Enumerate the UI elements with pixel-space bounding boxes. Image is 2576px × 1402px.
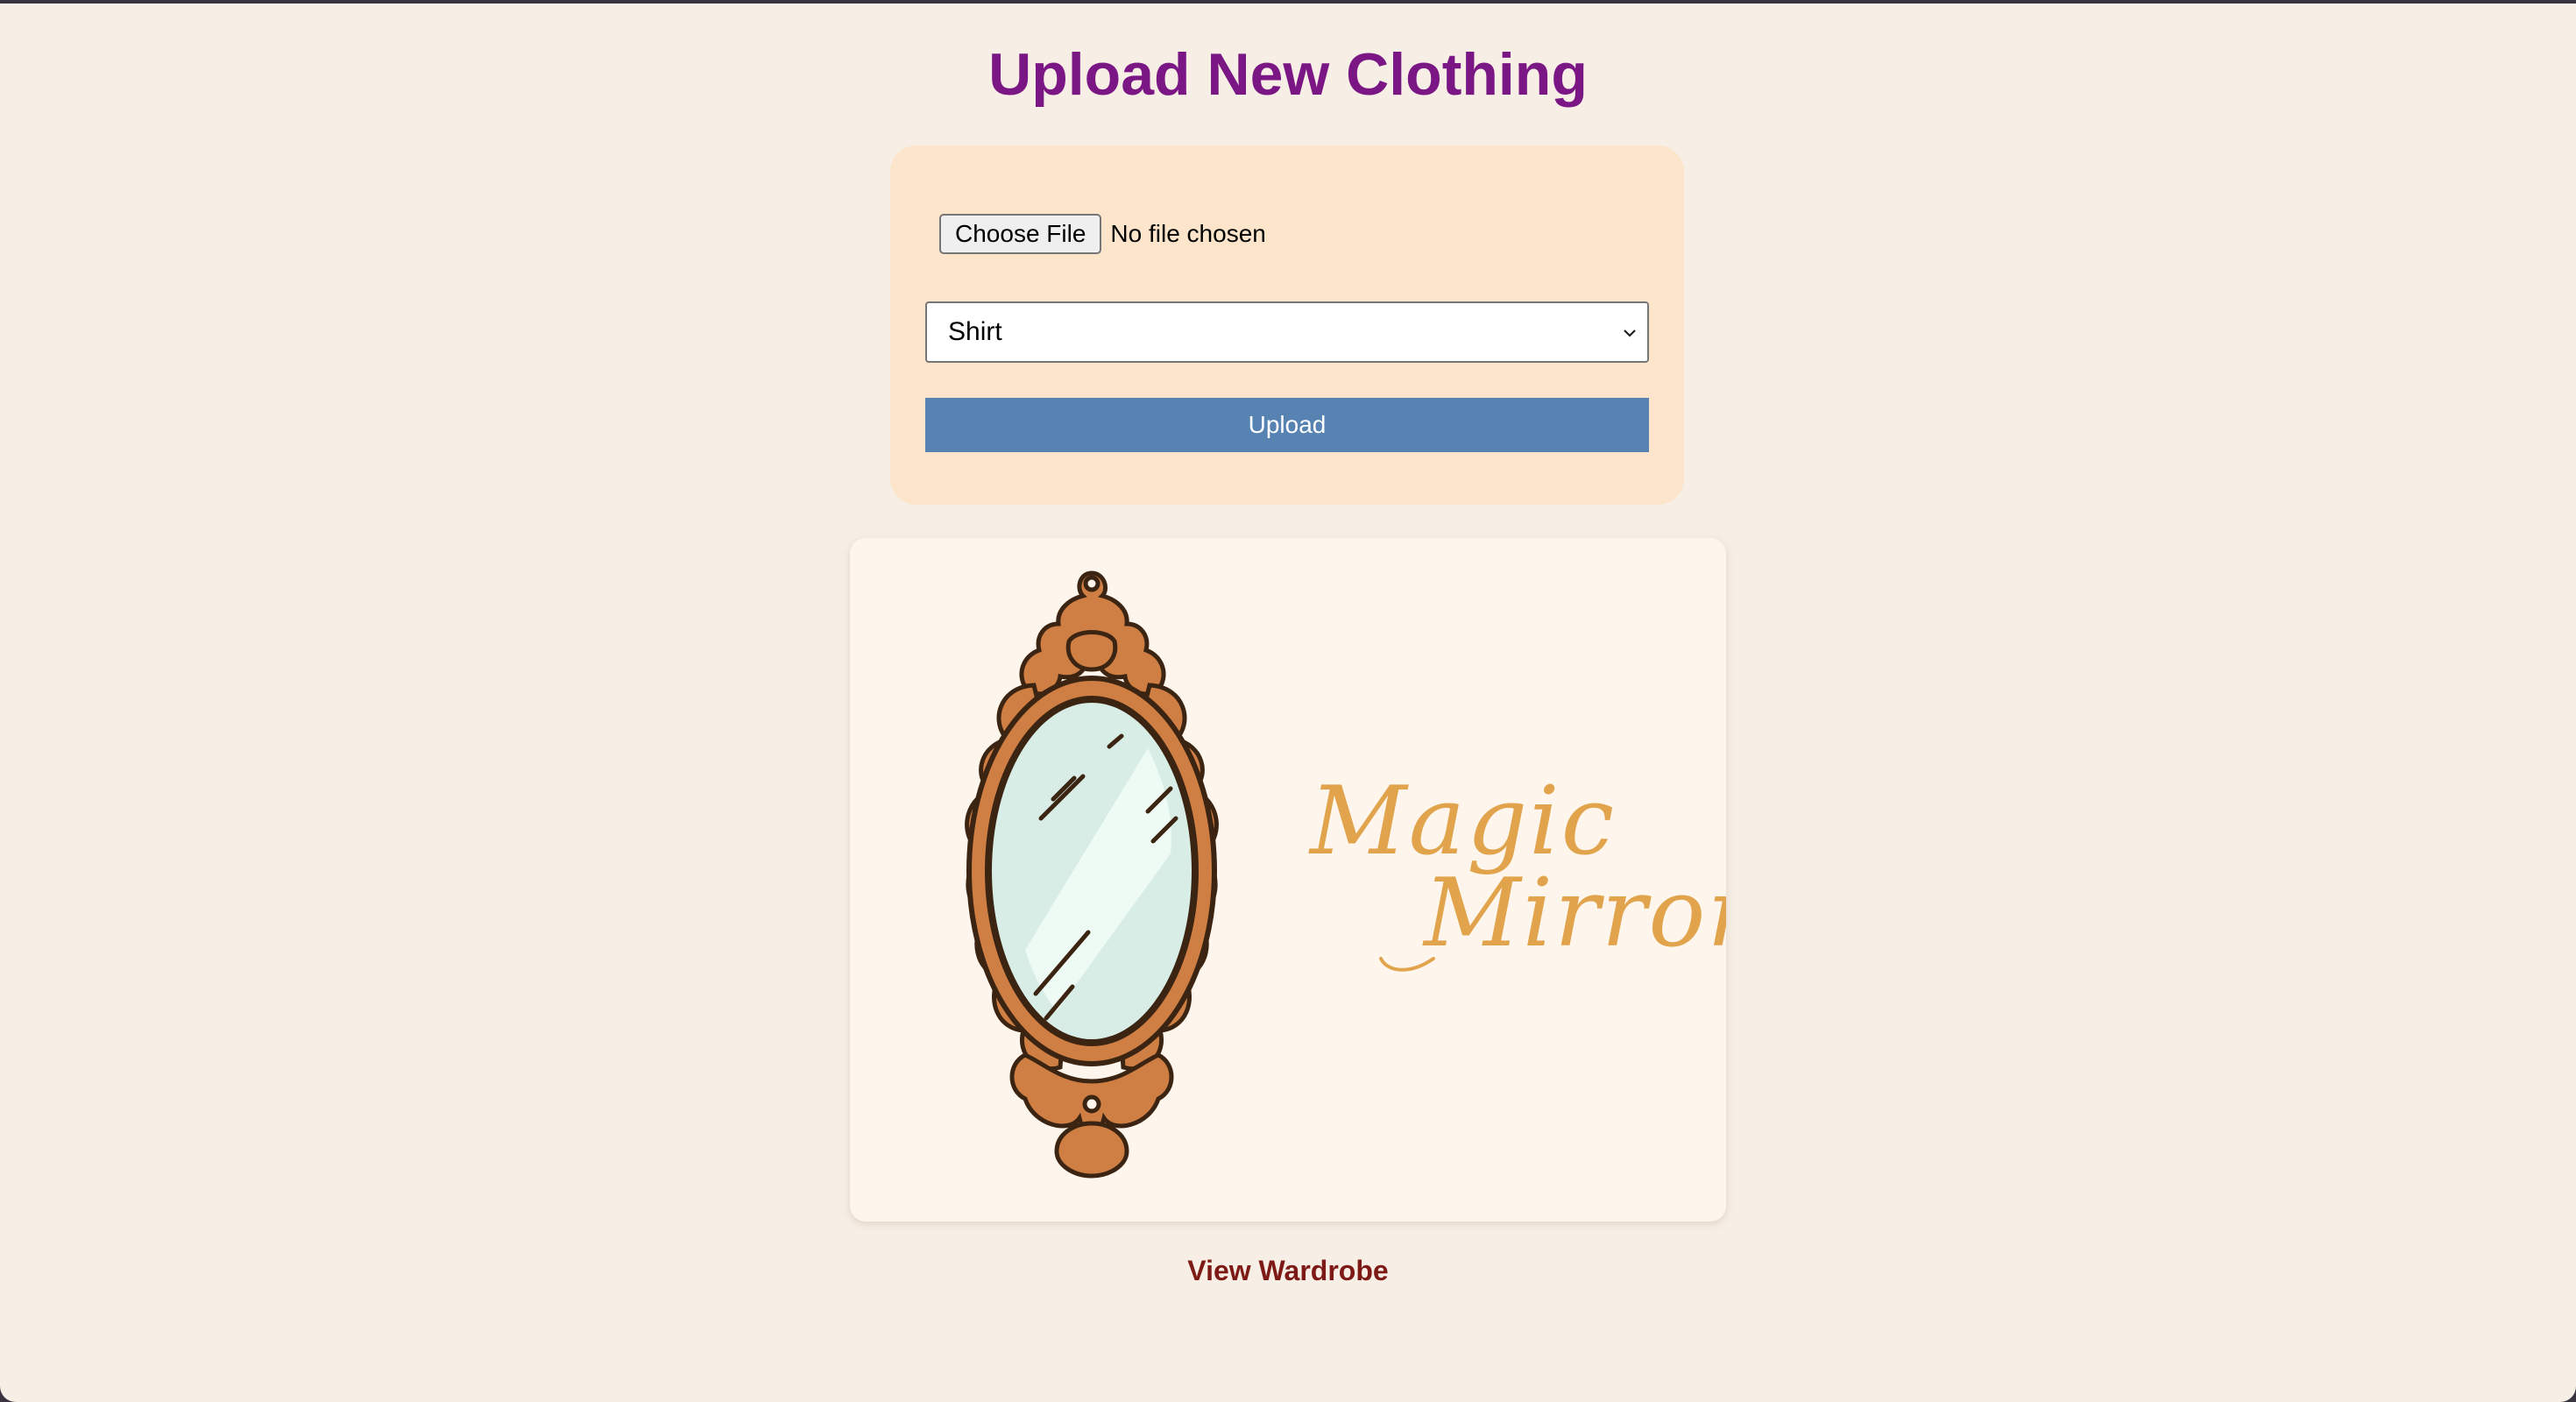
magic-mirror-banner: Magic Mirror <box>850 538 1726 1221</box>
chevron-down-icon <box>1624 329 1636 337</box>
view-wardrobe-link[interactable]: View Wardrobe <box>0 1255 2576 1287</box>
file-input[interactable]: Choose File No file chosen <box>939 214 1266 254</box>
upload-form-card: Choose File No file chosen Shirt Upload <box>890 145 1684 505</box>
page-title: Upload New Clothing <box>988 41 1588 108</box>
file-status-text: No file chosen <box>1110 220 1266 247</box>
category-select[interactable]: Shirt <box>925 301 1649 363</box>
brand-swash-decoration <box>1379 957 1435 972</box>
category-selected-value: Shirt <box>948 317 1002 346</box>
brand-word-magic: Magic <box>1310 767 1617 876</box>
choose-file-button[interactable]: Choose File <box>939 214 1102 254</box>
brand-word-mirror: Mirror <box>1424 859 1726 968</box>
upload-button[interactable]: Upload <box>925 398 1649 452</box>
browser-viewport: Upload New Clothing Choose File No file … <box>0 4 2576 1402</box>
